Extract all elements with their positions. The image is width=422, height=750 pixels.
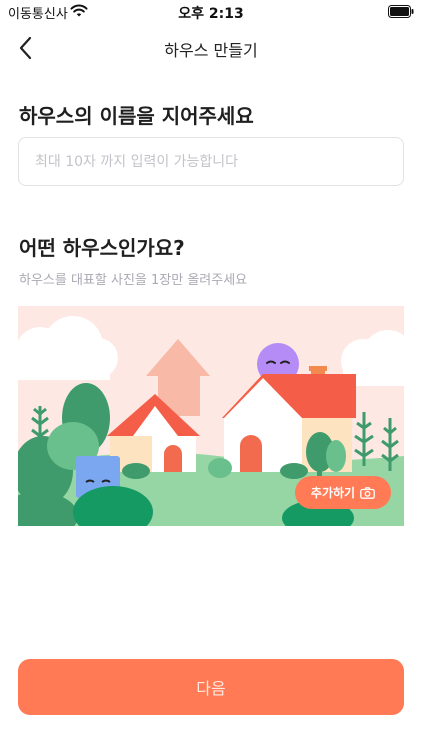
camera-icon xyxy=(360,486,375,499)
add-photo-label: 추가하기 xyxy=(310,486,356,500)
nav-bar: 하우스 만들기 xyxy=(0,26,422,70)
clock: 오후 2:13 xyxy=(178,6,244,22)
house-kind-subtitle: 하우스를 대표할 사진을 1장만 올려주세요 xyxy=(19,273,248,288)
status-bar: 이동통신사 오후 2:13 xyxy=(0,0,422,24)
house-name-input[interactable] xyxy=(18,137,404,186)
house-kind-heading: 어떤 하우스인가요? xyxy=(19,236,185,260)
page-title: 하우스 만들기 xyxy=(164,41,258,60)
add-photo-button[interactable]: 추가하기 xyxy=(295,476,391,509)
battery-icon xyxy=(388,5,414,18)
house-name-heading: 하우스의 이름을 지어주세요 xyxy=(19,104,254,128)
next-button[interactable]: 다음 xyxy=(18,659,404,715)
